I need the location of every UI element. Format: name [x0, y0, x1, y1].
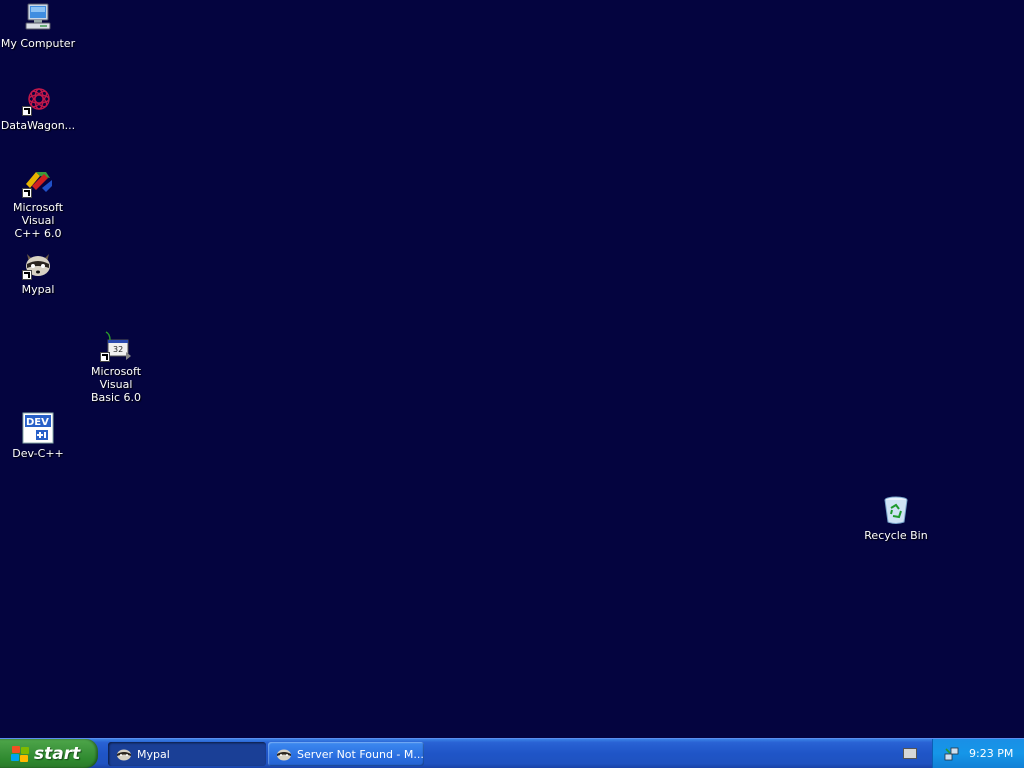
- desktop: My Computer DataWagon... Microsoft Visua…: [0, 0, 1024, 738]
- desktop-icon-label: DataWagon...: [0, 119, 76, 132]
- windows-flag-icon: [10, 745, 30, 763]
- desktop-icon-visual-cpp[interactable]: Microsoft Visual C++ 6.0: [0, 166, 78, 240]
- visual-cpp-icon: [22, 166, 54, 198]
- desktop-icon-mypal[interactable]: Mypal: [0, 248, 78, 296]
- desktop-icon-label: Mypal: [21, 283, 55, 296]
- shortcut-arrow-icon: [22, 106, 32, 116]
- mypal-icon: [276, 747, 292, 761]
- taskbar-button-label: Server Not Found - M...: [297, 747, 424, 761]
- start-label: start: [34, 743, 81, 764]
- visual-basic-icon: 32: [100, 330, 132, 362]
- desktop-icon-visual-basic[interactable]: 32 Microsoft Visual Basic 6.0: [76, 330, 156, 404]
- network-icon[interactable]: [943, 746, 959, 762]
- clock[interactable]: 9:23 PM: [969, 747, 1013, 760]
- desktop-icon-dev-cpp[interactable]: DEV Dev-C++: [0, 412, 78, 460]
- mypal-icon: [116, 747, 132, 761]
- mypal-icon: [22, 248, 54, 280]
- recycle-bin-icon: [880, 494, 912, 526]
- desktop-icon-label: Recycle Bin: [864, 529, 928, 542]
- keyboard-icon[interactable]: [903, 748, 917, 759]
- desktop-icon-datawagon[interactable]: DataWagon...: [0, 84, 78, 132]
- svg-text:DEV: DEV: [26, 417, 49, 428]
- datawagon-icon: [22, 84, 54, 116]
- my-computer-icon: [22, 2, 54, 34]
- desktop-icon-label: Microsoft Visual C++ 6.0: [12, 201, 64, 240]
- desktop-icon-label: Microsoft Visual Basic 6.0: [90, 365, 142, 404]
- dev-cpp-icon: DEV: [22, 412, 54, 444]
- taskbar-button-mypal[interactable]: Mypal: [108, 742, 266, 766]
- desktop-icon-label: My Computer: [0, 37, 76, 50]
- desktop-icon-label: Dev-C++: [12, 447, 64, 460]
- shortcut-arrow-icon: [100, 352, 110, 362]
- taskbar-button-server-not-found[interactable]: Server Not Found - M...: [268, 742, 424, 766]
- taskbar-button-label: Mypal: [137, 747, 170, 761]
- shortcut-arrow-icon: [22, 270, 32, 280]
- svg-text:32: 32: [113, 345, 123, 354]
- system-tray: 9:23 PM: [932, 739, 1024, 768]
- desktop-icon-recycle-bin[interactable]: Recycle Bin: [856, 494, 936, 542]
- start-button[interactable]: start: [0, 739, 98, 768]
- taskbar: start Mypal Server Not Found - M... 9:23…: [0, 738, 1024, 768]
- desktop-icon-my-computer[interactable]: My Computer: [0, 2, 78, 50]
- shortcut-arrow-icon: [22, 188, 32, 198]
